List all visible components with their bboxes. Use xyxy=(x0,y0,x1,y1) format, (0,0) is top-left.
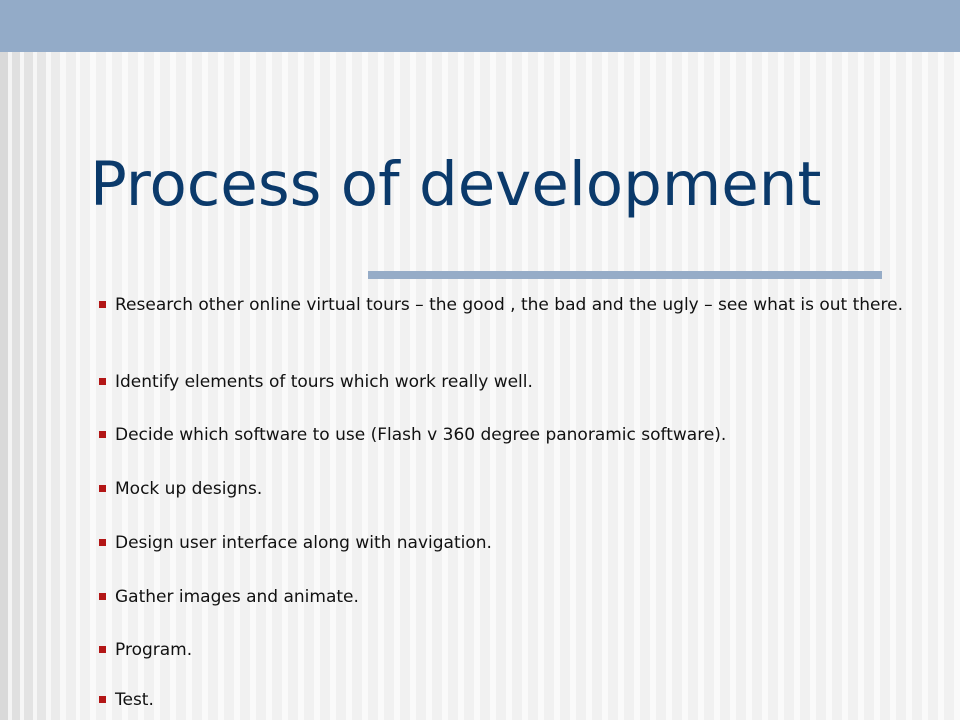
square-bullet-icon xyxy=(99,646,106,653)
slide-title: Process of development xyxy=(90,149,822,220)
bullet-item: Test. xyxy=(99,689,909,711)
title-underline xyxy=(368,271,882,279)
slide-background: Process of development Research other on… xyxy=(0,0,960,720)
bullet-item: Research other online virtual tours – th… xyxy=(99,294,909,316)
square-bullet-icon xyxy=(99,696,106,703)
bullet-text: Program. xyxy=(115,640,193,660)
bullet-text: Identify elements of tours which work re… xyxy=(115,372,533,392)
bullet-item: Design user interface along with navigat… xyxy=(99,532,909,554)
bullet-item: Decide which software to use (Flash v 36… xyxy=(99,424,909,446)
bullet-item: Mock up designs. xyxy=(99,478,909,500)
header-band xyxy=(0,0,960,52)
square-bullet-icon xyxy=(99,378,106,385)
bullet-text: Gather images and animate. xyxy=(115,587,359,607)
bullet-text: Mock up designs. xyxy=(115,479,263,499)
bullet-text: Design user interface along with navigat… xyxy=(115,533,492,553)
square-bullet-icon xyxy=(99,301,106,308)
square-bullet-icon xyxy=(99,593,106,600)
bullet-item: Program. xyxy=(99,639,909,661)
square-bullet-icon xyxy=(99,539,106,546)
bullet-item: Identify elements of tours which work re… xyxy=(99,371,909,393)
bullet-text: Decide which software to use (Flash v 36… xyxy=(115,425,727,445)
square-bullet-icon xyxy=(99,485,106,492)
square-bullet-icon xyxy=(99,431,106,438)
bullet-text: Research other online virtual tours – th… xyxy=(115,295,903,315)
bullet-text: Test. xyxy=(115,690,154,710)
bullet-item: Gather images and animate. xyxy=(99,586,909,608)
